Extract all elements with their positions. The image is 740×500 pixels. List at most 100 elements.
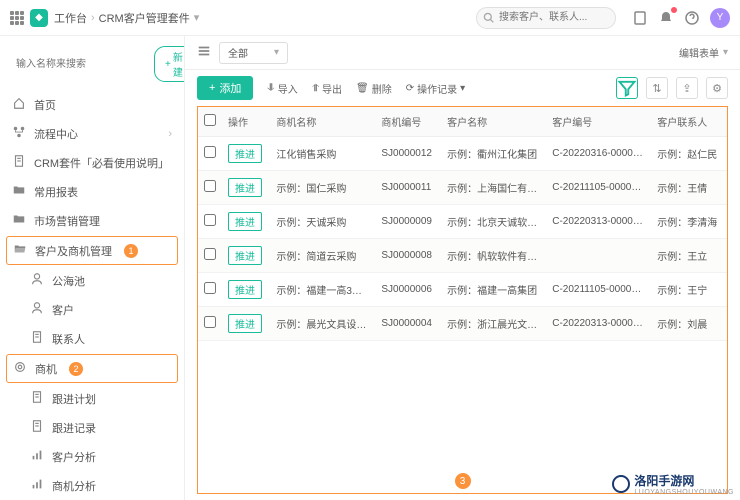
delete-button[interactable]: 🗑 删除 xyxy=(356,81,392,96)
sidebar-item-label: 市场营销管理 xyxy=(34,213,100,229)
annotation-badge-3: 3 xyxy=(455,473,471,489)
push-button[interactable]: 推进 xyxy=(228,280,262,299)
avatar[interactable]: Y xyxy=(710,8,730,28)
sidebar-item-label: 商机分析 xyxy=(52,478,96,494)
row-checkbox[interactable] xyxy=(204,146,216,158)
cell-name: 示例：福建一高3月订单 xyxy=(270,273,375,307)
table-row[interactable]: 推进示例：天诚采购SJ0000009示例：北京天诚软件...C-20220313… xyxy=(198,205,727,239)
chart-icon xyxy=(30,477,44,494)
sidebar-item-label: 常用报表 xyxy=(34,184,78,200)
cell-ccode xyxy=(546,239,651,273)
cell-customer: 示例：浙江晨光文具... xyxy=(441,307,546,341)
row-checkbox[interactable] xyxy=(204,316,216,328)
cell-name: 江化销售采购 xyxy=(270,137,375,171)
flow-icon xyxy=(12,125,26,142)
cell-code: SJ0000012 xyxy=(375,137,441,171)
table-row[interactable]: 推进示例：福建一高3月订单SJ0000006示例：福建一高集团C-2021110… xyxy=(198,273,727,307)
filter-icon[interactable] xyxy=(616,77,638,99)
list-icon[interactable] xyxy=(197,44,211,61)
sidebar-item-9[interactable]: 商机 2 xyxy=(6,354,178,383)
sidebar-item-3[interactable]: 常用报表 xyxy=(0,177,184,206)
table-row[interactable]: 推进示例：简道云采购SJ0000008示例：帆软软件有限公司示例：王立 xyxy=(198,239,727,273)
sidebar-item-8[interactable]: 联系人 xyxy=(0,324,184,353)
push-button[interactable]: 推进 xyxy=(228,314,262,333)
breadcrumb-suite[interactable]: CRM客户管理套件 ▾ xyxy=(99,10,200,26)
folder-icon xyxy=(12,183,26,200)
watermark-logo-icon xyxy=(612,475,630,493)
sidebar-item-10[interactable]: 跟进计划 xyxy=(0,384,184,413)
chevron-down-icon: ▾ xyxy=(194,11,200,24)
global-search-input[interactable] xyxy=(476,7,616,29)
chevron-right-icon: › xyxy=(91,12,95,24)
sidebar-item-label: 流程中心 xyxy=(34,126,78,142)
column-header[interactable]: 客户名称 xyxy=(441,107,546,137)
log-button[interactable]: ⟳ 操作记录 ▾ xyxy=(406,81,465,96)
sidebar: +新建 ⋯ 首页流程中心›CRM套件「必看使用说明」常用报表市场营销管理客户及商… xyxy=(0,36,185,500)
sidebar-item-label: 跟进记录 xyxy=(52,420,96,436)
table-row[interactable]: 推进示例：晨光文具设备...SJ0000004示例：浙江晨光文具...C-202… xyxy=(198,307,727,341)
row-checkbox[interactable] xyxy=(204,214,216,226)
sidebar-item-6[interactable]: 公海池 xyxy=(0,266,184,295)
sidebar-item-label: 联系人 xyxy=(52,331,85,347)
export-button[interactable]: ⥣ 导出 xyxy=(312,81,342,96)
breadcrumb-workspace[interactable]: 工作台 xyxy=(54,10,87,26)
row-checkbox[interactable] xyxy=(204,282,216,294)
edit-form-button[interactable]: 编辑表单 ▾ xyxy=(679,45,728,60)
filter-select[interactable]: 全部 ▾ xyxy=(219,42,288,64)
sidebar-item-5[interactable]: 客户及商机管理1 xyxy=(6,236,178,265)
table-row[interactable]: 推进示例：国仁采购SJ0000011示例：上海国仁有限...C-20211105… xyxy=(198,171,727,205)
folder-open-icon xyxy=(13,242,27,259)
cell-name: 示例：晨光文具设备... xyxy=(270,307,375,341)
share-icon[interactable]: ⇪ xyxy=(676,77,698,99)
sidebar-item-4[interactable]: 市场营销管理 xyxy=(0,206,184,235)
sidebar-item-label: 商机 xyxy=(35,361,57,377)
bell-icon[interactable] xyxy=(658,10,674,26)
column-header[interactable]: 客户编号 xyxy=(546,107,651,137)
doc-icon xyxy=(30,390,44,407)
sidebar-item-2[interactable]: CRM套件「必看使用说明」 xyxy=(0,148,184,177)
select-all-checkbox[interactable] xyxy=(204,114,216,126)
cell-code: SJ0000006 xyxy=(375,273,441,307)
cell-name: 示例：国仁采购 xyxy=(270,171,375,205)
help-icon[interactable] xyxy=(684,10,700,26)
new-button[interactable]: +新建 xyxy=(154,46,185,82)
column-header[interactable]: 客户联系人 xyxy=(651,107,727,137)
column-header[interactable]: 商机名称 xyxy=(270,107,375,137)
sidebar-item-13[interactable]: 商机分析 xyxy=(0,471,184,500)
settings-icon[interactable]: ⚙ xyxy=(706,77,728,99)
book-icon[interactable] xyxy=(632,10,648,26)
push-button[interactable]: 推进 xyxy=(228,144,262,163)
cell-code: SJ0000004 xyxy=(375,307,441,341)
row-checkbox[interactable] xyxy=(204,180,216,192)
doc-icon xyxy=(30,330,44,347)
cell-code: SJ0000011 xyxy=(375,171,441,205)
sidebar-search-input[interactable] xyxy=(16,53,148,75)
sidebar-item-7[interactable]: 客户 xyxy=(0,295,184,324)
column-header[interactable]: 操作 xyxy=(222,107,270,137)
sidebar-item-label: 首页 xyxy=(34,97,56,113)
home-icon xyxy=(12,96,26,113)
sort-icon[interactable]: ⇅ xyxy=(646,77,668,99)
cell-customer: 示例：衢州江化集团 xyxy=(441,137,546,171)
sidebar-item-0[interactable]: 首页 xyxy=(0,90,184,119)
push-button[interactable]: 推进 xyxy=(228,178,262,197)
push-button[interactable]: 推进 xyxy=(228,212,262,231)
column-header[interactable]: 商机编号 xyxy=(375,107,441,137)
add-button[interactable]: +添加 xyxy=(197,76,253,100)
cell-ccode: C-20211105-0000004 xyxy=(546,273,651,307)
import-button[interactable]: ⥥ 导入 xyxy=(267,81,297,96)
apps-grid-icon[interactable] xyxy=(10,11,24,25)
table-row[interactable]: 推进江化销售采购SJ0000012示例：衢州江化集团C-20220316-000… xyxy=(198,137,727,171)
data-table: 操作商机名称商机编号客户名称客户编号客户联系人 推进江化销售采购SJ000001… xyxy=(197,106,728,494)
chevron-down-icon: ▾ xyxy=(274,47,279,58)
annotation-badge: 1 xyxy=(124,244,138,258)
row-checkbox[interactable] xyxy=(204,248,216,260)
watermark: 洛阳手游网 LUOYANGSHOUYOUWANG xyxy=(612,472,734,496)
sidebar-item-11[interactable]: 跟进记录 xyxy=(0,413,184,442)
push-button[interactable]: 推进 xyxy=(228,246,262,265)
cell-customer: 示例：上海国仁有限... xyxy=(441,171,546,205)
annotation-badge: 2 xyxy=(69,362,83,376)
sidebar-item-1[interactable]: 流程中心› xyxy=(0,119,184,148)
sidebar-item-12[interactable]: 客户分析 xyxy=(0,442,184,471)
cell-code: SJ0000008 xyxy=(375,239,441,273)
